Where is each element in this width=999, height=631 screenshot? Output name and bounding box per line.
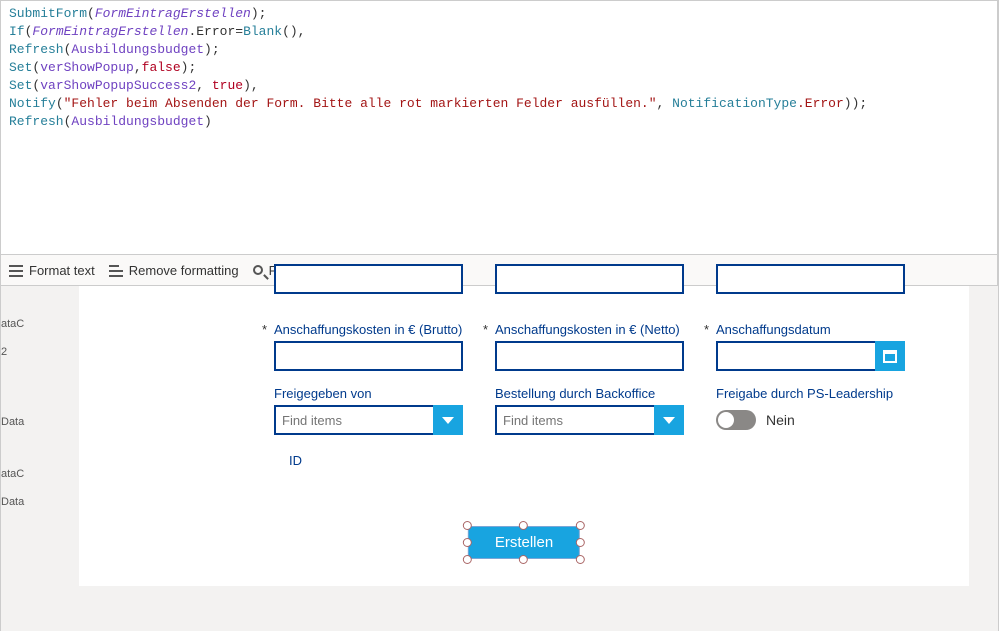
field-prev-3 [716, 264, 905, 294]
resize-handle[interactable] [519, 555, 528, 564]
label-id: ID [289, 453, 302, 468]
label-bestellung: Bestellung durch Backoffice [495, 386, 684, 401]
formula-bar-code[interactable]: SubmitForm(FormEintragErstellen); If(For… [0, 0, 998, 254]
dropdown-button-bestellung[interactable] [654, 405, 684, 435]
toggle-freigabe-leadership[interactable] [716, 410, 756, 430]
remove-formatting-button[interactable]: Remove formatting [109, 263, 239, 278]
label-netto: Anschaffungskosten in € (Netto) [495, 322, 684, 337]
tree-label: Data [1, 496, 24, 508]
create-button-selection[interactable]: Erstellen [468, 526, 580, 559]
calendar-icon [883, 350, 897, 363]
form-card: * Anschaffungskosten in € (Brutto) * Ans… [79, 286, 969, 586]
resize-handle[interactable] [463, 521, 472, 530]
field-netto: * Anschaffungskosten in € (Netto) [495, 322, 684, 371]
dropdown-button-freigegeben[interactable] [433, 405, 463, 435]
chevron-down-icon [442, 417, 454, 424]
format-text-button[interactable]: Format text [9, 263, 95, 278]
resize-handle[interactable] [576, 555, 585, 564]
input-prev-1[interactable] [274, 264, 463, 294]
required-marker: * [262, 322, 267, 337]
resize-handle[interactable] [463, 538, 472, 547]
field-prev-1 [274, 264, 463, 294]
required-marker: * [483, 322, 488, 337]
field-brutto: * Anschaffungskosten in € (Brutto) [274, 322, 463, 371]
format-text-icon [9, 263, 23, 277]
resize-handle[interactable] [463, 555, 472, 564]
label-datum: Anschaffungsdatum [716, 322, 905, 337]
field-prev-2 [495, 264, 684, 294]
create-button[interactable]: Erstellen [468, 526, 580, 559]
tree-panel-labels: ataC 2 Data ataC Data [1, 286, 25, 631]
tree-label: ataC [1, 318, 24, 330]
remove-formatting-label: Remove formatting [129, 263, 239, 278]
label-freigabe-leadership: Freigabe durch PS-Leadership [716, 386, 905, 401]
date-picker-button[interactable] [875, 341, 905, 371]
label-brutto: Anschaffungskosten in € (Brutto) [274, 322, 463, 337]
remove-formatting-icon [109, 263, 123, 277]
field-freigegeben-von: Freigegeben von [274, 386, 463, 435]
resize-handle[interactable] [576, 521, 585, 530]
search-icon [253, 265, 263, 275]
input-prev-2[interactable] [495, 264, 684, 294]
chevron-down-icon [663, 417, 675, 424]
tree-label: 2 [1, 346, 7, 358]
label-freigegeben: Freigegeben von [274, 386, 463, 401]
tree-label: ataC [1, 468, 24, 480]
resize-handle[interactable] [576, 538, 585, 547]
toggle-value-label: Nein [766, 412, 795, 428]
format-text-label: Format text [29, 263, 95, 278]
input-netto[interactable] [495, 341, 684, 371]
tree-label: Data [1, 416, 24, 428]
field-freigabe-leadership: Freigabe durch PS-Leadership Nein [716, 386, 905, 435]
field-datum: * Anschaffungsdatum [716, 322, 905, 371]
input-prev-3[interactable] [716, 264, 905, 294]
input-brutto[interactable] [274, 341, 463, 371]
field-bestellung-backoffice: Bestellung durch Backoffice [495, 386, 684, 435]
required-marker: * [704, 322, 709, 337]
app-canvas[interactable]: ataC 2 Data ataC Data * Anschaffungskost… [0, 286, 998, 631]
